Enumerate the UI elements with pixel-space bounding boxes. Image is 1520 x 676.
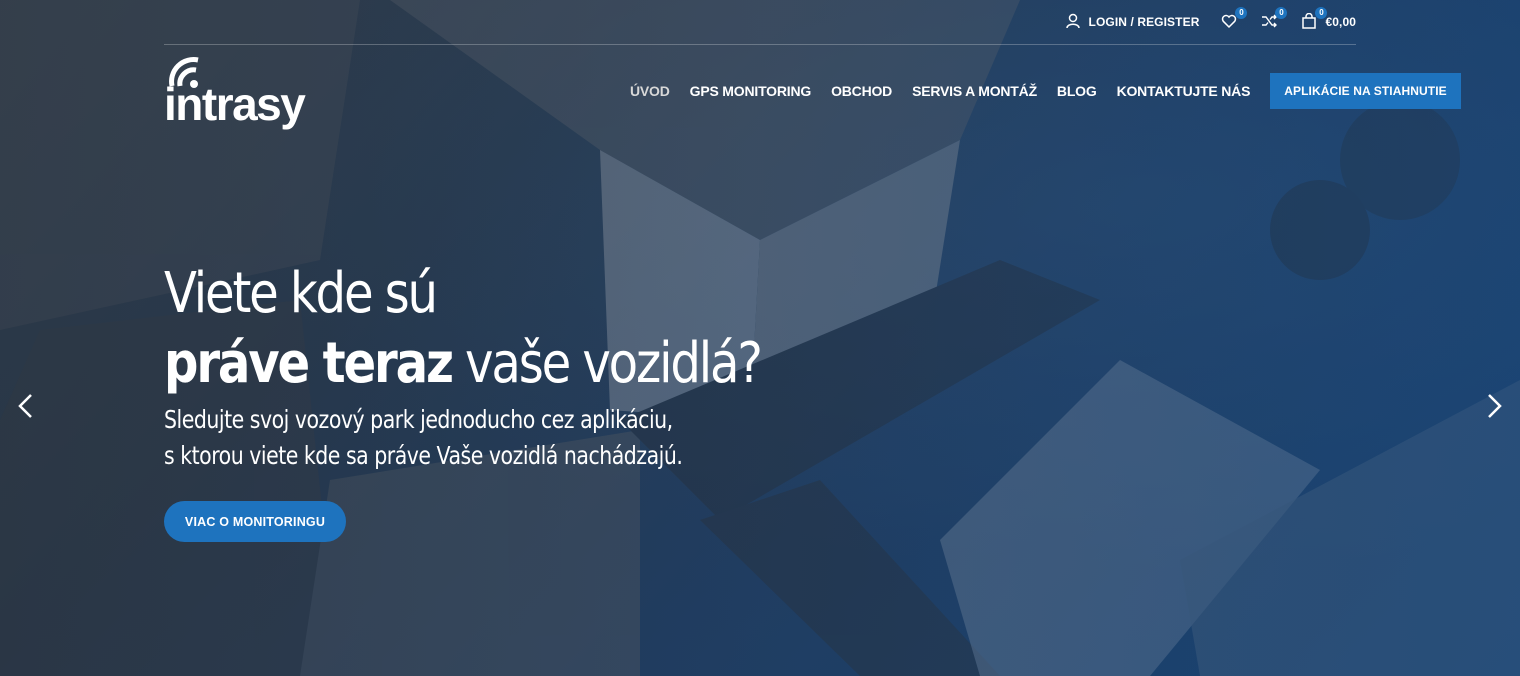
headline-line-1: Viete kde sú [164, 261, 438, 326]
slider-prev-button[interactable] [14, 392, 38, 420]
top-bar: LOGIN / REGISTER 0 0 0 €0,00 [164, 0, 1356, 45]
headline-bold: práve teraz [164, 331, 454, 396]
nav-item-obchod[interactable]: OBCHOD [831, 83, 892, 99]
compare-button[interactable]: 0 [1261, 7, 1288, 31]
compare-count-badge: 0 [1275, 7, 1288, 19]
login-label: LOGIN / REGISTER [1088, 15, 1200, 29]
nav-item-kontaktujte-nas[interactable]: KONTAKTUJTE NÁS [1117, 83, 1251, 99]
headline-rest: vaše vozidlá? [451, 331, 763, 396]
shuffle-icon: 0 [1261, 7, 1288, 31]
login-register-link[interactable]: LOGIN / REGISTER [1065, 13, 1200, 31]
nav-item-blog[interactable]: BLOG [1057, 83, 1097, 99]
wishlist-count-badge: 0 [1235, 7, 1248, 19]
cart-button[interactable]: 0 €0,00 [1301, 7, 1356, 31]
site-logo[interactable]: intrasy [164, 54, 306, 130]
subtitle-line-2: s ktorou viete kde sa práve Vaše vozidlá… [164, 441, 683, 470]
monitoring-more-button[interactable]: VIAC O MONITORINGU [164, 501, 346, 542]
hero-headline: Viete kde sú práve teraz vaše vozidlá? [164, 258, 858, 398]
heart-icon: 0 [1221, 7, 1248, 31]
chevron-left-icon [18, 394, 32, 418]
subtitle-line-1: Sledujte svoj vozový park jednoducho cez… [164, 405, 673, 434]
nav-item-servis-a-montaz[interactable]: SERVIS A MONTÁŽ [912, 83, 1037, 99]
download-apps-button[interactable]: APLIKÁCIE NA STIAHNUTIE [1270, 73, 1461, 109]
cart-total: €0,00 [1325, 15, 1356, 29]
wishlist-button[interactable]: 0 [1221, 7, 1248, 31]
nav-item-uvod[interactable]: ÚVOD [630, 83, 670, 99]
chevron-right-icon [1488, 394, 1502, 418]
hero-subtitle: Sledujte svoj vozový park jednoducho cez… [164, 402, 683, 474]
slider-next-button[interactable] [1482, 392, 1506, 420]
main-nav: ÚVOD GPS MONITORING OBCHOD SERVIS A MONT… [620, 73, 1461, 109]
nav-item-gps-monitoring[interactable]: GPS MONITORING [690, 83, 812, 99]
user-icon [1065, 13, 1083, 31]
headline-line-2: práve teraz vaše vozidlá? [164, 330, 763, 398]
shopping-bag-icon: 0 [1301, 7, 1328, 31]
logo-text: intrasy [164, 78, 306, 130]
